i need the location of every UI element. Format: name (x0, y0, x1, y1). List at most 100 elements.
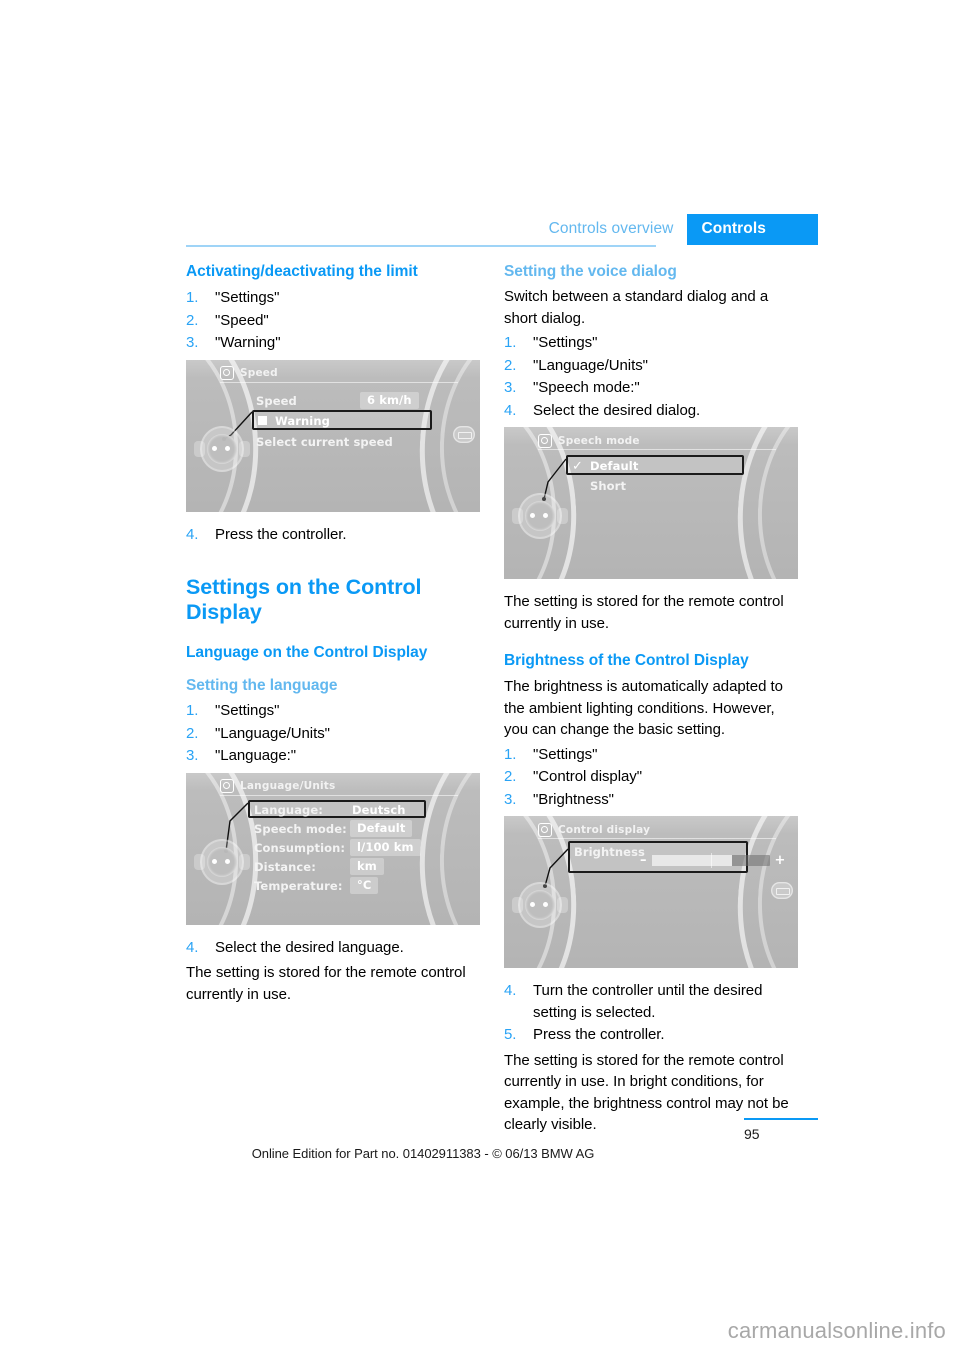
row-label: Warning (275, 413, 330, 428)
row-label: Brightness (574, 845, 645, 859)
list-item: 3. "Language:" (186, 745, 482, 767)
idrive-title: Speech mode (558, 434, 640, 447)
idrive-option-short: Short (590, 479, 626, 493)
tab-controls[interactable]: Controls (687, 214, 818, 245)
steps-limit: 1. "Settings" 2. "Speed" 3. "Warning" (186, 287, 482, 354)
idrive-titlebar: Speed (220, 365, 458, 383)
idrive-titlebar: Control display (538, 821, 776, 839)
step-text: "Brightness" (533, 790, 614, 808)
step-number: 3. (504, 790, 517, 808)
idrive-controller-icon (194, 835, 250, 891)
intro-voice-dialog: Switch between a standard dialog and a s… (504, 288, 769, 327)
list-item: 1. "Settings" (186, 700, 482, 722)
option-label: Short (590, 479, 627, 493)
idrive-hint: Select current speed (256, 435, 393, 449)
steps-select-language: 4. Select the desired language. (186, 937, 482, 959)
idrive-row-label: Distance: (254, 860, 316, 874)
step-text: "Speed" (215, 311, 269, 329)
idrive-row-value: Deutsch (352, 803, 406, 817)
step-text: Press the controller. (533, 1026, 665, 1043)
settings-gear-icon (220, 779, 234, 793)
step-number: 3. (186, 334, 199, 351)
header-tabs: Controls overview Controls (549, 214, 818, 245)
idrive-row-value: °C (350, 876, 379, 894)
idrive-controller-icon (194, 422, 250, 478)
idrive-row-label: Language: (254, 803, 323, 817)
figure-idrive-language-units: Language/Units Language: Deutsch Speech … (186, 772, 480, 925)
list-item: 4. Select the desired language. (186, 937, 482, 959)
list-item: 1. "Settings" (186, 287, 482, 309)
step-text: "Warning" (215, 334, 281, 351)
tab-controls-overview[interactable]: Controls overview (549, 214, 688, 245)
step-text: Press the controller. (215, 525, 347, 543)
manual-page: Controls overview Controls Activating/de… (0, 0, 960, 1358)
step-text: "Settings" (533, 334, 598, 351)
row-label: Speed (256, 393, 297, 408)
value-badge: km (350, 857, 384, 875)
list-item: 2. "Control display" (504, 766, 800, 788)
step-text: "Language:" (215, 747, 297, 764)
idrive-title: Speed (240, 367, 278, 379)
steps-press-controller: 4. Press the controller. (186, 524, 482, 546)
step-number: 3. (504, 379, 517, 396)
idrive-option-default: ✓ Default (572, 459, 638, 473)
row-label: Speech mode: (254, 821, 347, 836)
idrive-row-value: km (350, 857, 384, 875)
slider-track[interactable] (651, 853, 770, 868)
step-text: "Control display" (533, 768, 643, 785)
step-number: 4. (504, 401, 517, 419)
list-item: 4. Press the controller. (186, 524, 482, 546)
page-number: 95 (744, 1126, 760, 1142)
check-icon: ✓ (572, 458, 583, 474)
running-header: Controls overview Controls (186, 214, 818, 248)
settings-gear-icon (220, 366, 234, 380)
slider-fill (651, 855, 732, 866)
brightness-slider[interactable]: – + (640, 853, 786, 868)
value-badge: 6 km/h (360, 391, 419, 409)
list-item: 3. "Warning" (186, 332, 482, 354)
row-value: Deutsch (352, 802, 406, 817)
step-text: Select the desired language. (215, 938, 404, 956)
heading-language-control-display: Language on the Control Display (186, 644, 428, 661)
idrive-menu-button-icon (771, 882, 793, 899)
idrive-titlebar: Speech mode (538, 432, 776, 450)
step-number: 4. (504, 982, 517, 999)
step-text: "Speech mode:" (533, 379, 640, 396)
step-text: "Settings" (533, 745, 598, 763)
value-badge: Default (350, 819, 413, 837)
steps-brightness: 1. "Settings" 2. "Control display" 3. "B… (504, 744, 800, 811)
note-stored-remote-control: The setting is stored for the remote con… (186, 964, 466, 1003)
step-number: 4. (186, 938, 199, 956)
step-number: 2. (504, 356, 517, 374)
row-label: Consumption: (254, 840, 346, 855)
step-number: 1. (504, 745, 517, 763)
step-number: 4. (186, 525, 199, 543)
minus-icon[interactable]: – (640, 854, 647, 867)
idrive-menu-button-icon (453, 425, 475, 443)
step-number: 2. (186, 724, 199, 742)
note-brightness-closing: The setting is stored for the remote con… (504, 1051, 789, 1134)
step-number: 2. (186, 311, 199, 329)
idrive-row-label: Speech mode: (254, 822, 347, 836)
hint-text: Select current speed (256, 434, 393, 449)
idrive-row-warning: Warning (258, 414, 330, 428)
step-text: Select the desired dialog. (533, 401, 701, 419)
list-item: 2. "Language/Units" (186, 723, 482, 745)
right-column: Setting the voice dialog Switch between … (504, 262, 800, 1139)
row-label: Temperature: (254, 878, 343, 893)
intro-brightness: The brightness is automatically adapted … (504, 678, 783, 738)
settings-gear-icon (538, 822, 552, 837)
page-number-rule (744, 1118, 818, 1120)
list-item: 3. "Speech mode:" (504, 377, 800, 399)
step-text: "Language/Units" (533, 356, 648, 374)
figure-idrive-speed: Speed Speed 6 km/h Warning Select curren… (186, 359, 480, 512)
list-item: 3. "Brightness" (504, 789, 800, 811)
plus-icon[interactable]: + (775, 854, 786, 867)
idrive-row-speed-value: 6 km/h (360, 391, 419, 409)
checkbox-icon (258, 416, 267, 425)
figure-idrive-speech-mode: Speech mode ✓ Default Short (504, 427, 798, 579)
idrive-row-value: l/100 km (350, 838, 421, 856)
footer-edition-line: Online Edition for Part no. 01402911383 … (251, 1146, 595, 1161)
idrive-titlebar: Language/Units (220, 778, 458, 796)
step-text: "Language/Units" (215, 724, 330, 742)
